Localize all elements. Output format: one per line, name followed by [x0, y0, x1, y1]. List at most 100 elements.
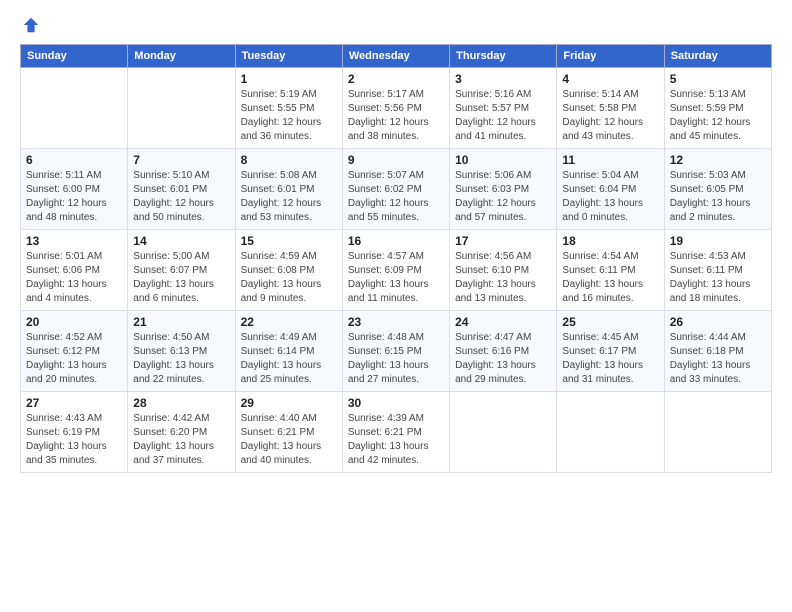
day-info: Sunrise: 4:57 AMSunset: 6:09 PMDaylight:…	[348, 250, 444, 306]
day-number: 7	[133, 153, 229, 167]
day-info: Sunrise: 4:43 AMSunset: 6:19 PMDaylight:…	[26, 412, 122, 468]
calendar-cell: 21 Sunrise: 4:50 AMSunset: 6:13 PMDayligh…	[128, 311, 235, 392]
calendar-header-row: SundayMondayTuesdayWednesdayThursdayFrid…	[21, 45, 772, 68]
day-number: 24	[455, 315, 551, 329]
day-number: 20	[26, 315, 122, 329]
day-info: Sunrise: 5:01 AMSunset: 6:06 PMDaylight:…	[26, 250, 122, 306]
day-number: 27	[26, 396, 122, 410]
calendar-header-monday: Monday	[128, 45, 235, 68]
calendar-cell: 17 Sunrise: 4:56 AMSunset: 6:10 PMDayligh…	[450, 230, 557, 311]
day-info: Sunrise: 5:00 AMSunset: 6:07 PMDaylight:…	[133, 250, 229, 306]
day-number: 29	[241, 396, 337, 410]
calendar-week-4: 27 Sunrise: 4:43 AMSunset: 6:19 PMDayligh…	[21, 392, 772, 473]
day-info: Sunrise: 4:42 AMSunset: 6:20 PMDaylight:…	[133, 412, 229, 468]
calendar-cell: 19 Sunrise: 4:53 AMSunset: 6:11 PMDayligh…	[664, 230, 771, 311]
calendar-cell: 4 Sunrise: 5:14 AMSunset: 5:58 PMDaylight…	[557, 68, 664, 149]
day-number: 8	[241, 153, 337, 167]
day-number: 2	[348, 72, 444, 86]
day-number: 12	[670, 153, 766, 167]
day-number: 25	[562, 315, 658, 329]
calendar-cell	[450, 392, 557, 473]
day-info: Sunrise: 4:53 AMSunset: 6:11 PMDaylight:…	[670, 250, 766, 306]
day-number: 5	[670, 72, 766, 86]
day-number: 6	[26, 153, 122, 167]
day-number: 18	[562, 234, 658, 248]
day-number: 15	[241, 234, 337, 248]
day-info: Sunrise: 5:10 AMSunset: 6:01 PMDaylight:…	[133, 169, 229, 225]
day-number: 23	[348, 315, 444, 329]
calendar-cell	[128, 68, 235, 149]
calendar-cell: 24Sunrise: 4:47 AMSunset: 6:16 PMDayligh…	[450, 311, 557, 392]
calendar-cell: 15 Sunrise: 4:59 AMSunset: 6:08 PMDayligh…	[235, 230, 342, 311]
day-info: Sunrise: 4:45 AMSunset: 6:17 PMDaylight:…	[562, 331, 658, 387]
day-number: 16	[348, 234, 444, 248]
calendar-cell	[557, 392, 664, 473]
calendar-cell: 5 Sunrise: 5:13 AMSunset: 5:59 PMDaylight…	[664, 68, 771, 149]
calendar-cell: 27 Sunrise: 4:43 AMSunset: 6:19 PMDayligh…	[21, 392, 128, 473]
day-number: 11	[562, 153, 658, 167]
day-number: 28	[133, 396, 229, 410]
calendar-header-tuesday: Tuesday	[235, 45, 342, 68]
calendar-cell	[21, 68, 128, 149]
day-info: Sunrise: 5:14 AMSunset: 5:58 PMDaylight:…	[562, 88, 658, 144]
calendar-week-0: 1 Sunrise: 5:19 AMSunset: 5:55 PMDaylight…	[21, 68, 772, 149]
day-info: Sunrise: 4:50 AMSunset: 6:13 PMDaylight:…	[133, 331, 229, 387]
day-info: Sunrise: 5:13 AMSunset: 5:59 PMDaylight:…	[670, 88, 766, 144]
day-info: Sunrise: 5:07 AMSunset: 6:02 PMDaylight:…	[348, 169, 444, 225]
day-info: Sunrise: 5:03 AMSunset: 6:05 PMDaylight:…	[670, 169, 766, 225]
calendar-cell: 18 Sunrise: 4:54 AMSunset: 6:11 PMDayligh…	[557, 230, 664, 311]
calendar-week-1: 6Sunrise: 5:11 AMSunset: 6:00 PMDaylight…	[21, 149, 772, 230]
day-info: Sunrise: 5:04 AMSunset: 6:04 PMDaylight:…	[562, 169, 658, 225]
calendar-header-thursday: Thursday	[450, 45, 557, 68]
calendar-cell: 2 Sunrise: 5:17 AMSunset: 5:56 PMDaylight…	[342, 68, 449, 149]
calendar-cell: 28 Sunrise: 4:42 AMSunset: 6:20 PMDayligh…	[128, 392, 235, 473]
calendar-cell: 26 Sunrise: 4:44 AMSunset: 6:18 PMDayligh…	[664, 311, 771, 392]
day-info: Sunrise: 5:17 AMSunset: 5:56 PMDaylight:…	[348, 88, 444, 144]
calendar-week-2: 13 Sunrise: 5:01 AMSunset: 6:06 PMDayligh…	[21, 230, 772, 311]
day-number: 17	[455, 234, 551, 248]
day-info: Sunrise: 4:54 AMSunset: 6:11 PMDaylight:…	[562, 250, 658, 306]
day-info: Sunrise: 5:19 AMSunset: 5:55 PMDaylight:…	[241, 88, 337, 144]
day-info: Sunrise: 5:16 AMSunset: 5:57 PMDaylight:…	[455, 88, 551, 144]
day-info: Sunrise: 4:56 AMSunset: 6:10 PMDaylight:…	[455, 250, 551, 306]
day-info: Sunrise: 4:52 AMSunset: 6:12 PMDaylight:…	[26, 331, 122, 387]
calendar-cell: 29 Sunrise: 4:40 AMSunset: 6:21 PMDayligh…	[235, 392, 342, 473]
calendar-week-3: 20 Sunrise: 4:52 AMSunset: 6:12 PMDayligh…	[21, 311, 772, 392]
day-number: 22	[241, 315, 337, 329]
day-number: 4	[562, 72, 658, 86]
header	[20, 16, 772, 34]
day-number: 19	[670, 234, 766, 248]
day-number: 1	[241, 72, 337, 86]
calendar-cell: 12 Sunrise: 5:03 AMSunset: 6:05 PMDayligh…	[664, 149, 771, 230]
calendar-cell: 10Sunrise: 5:06 AMSunset: 6:03 PMDayligh…	[450, 149, 557, 230]
day-info: Sunrise: 5:06 AMSunset: 6:03 PMDaylight:…	[455, 169, 551, 225]
calendar-header-sunday: Sunday	[21, 45, 128, 68]
calendar-table: SundayMondayTuesdayWednesdayThursdayFrid…	[20, 44, 772, 473]
calendar-cell: 14 Sunrise: 5:00 AMSunset: 6:07 PMDayligh…	[128, 230, 235, 311]
day-info: Sunrise: 4:40 AMSunset: 6:21 PMDaylight:…	[241, 412, 337, 468]
calendar-cell: 6Sunrise: 5:11 AMSunset: 6:00 PMDaylight…	[21, 149, 128, 230]
calendar-header-wednesday: Wednesday	[342, 45, 449, 68]
day-number: 13	[26, 234, 122, 248]
calendar-cell: 23 Sunrise: 4:48 AMSunset: 6:15 PMDayligh…	[342, 311, 449, 392]
calendar-cell: 25 Sunrise: 4:45 AMSunset: 6:17 PMDayligh…	[557, 311, 664, 392]
day-number: 14	[133, 234, 229, 248]
calendar-cell: 9 Sunrise: 5:07 AMSunset: 6:02 PMDaylight…	[342, 149, 449, 230]
logo	[20, 16, 40, 34]
calendar-cell	[664, 392, 771, 473]
calendar-cell: 30Sunrise: 4:39 AMSunset: 6:21 PMDayligh…	[342, 392, 449, 473]
day-info: Sunrise: 4:48 AMSunset: 6:15 PMDaylight:…	[348, 331, 444, 387]
day-info: Sunrise: 4:59 AMSunset: 6:08 PMDaylight:…	[241, 250, 337, 306]
day-info: Sunrise: 4:44 AMSunset: 6:18 PMDaylight:…	[670, 331, 766, 387]
day-number: 26	[670, 315, 766, 329]
day-number: 30	[348, 396, 444, 410]
day-info: Sunrise: 4:49 AMSunset: 6:14 PMDaylight:…	[241, 331, 337, 387]
day-info: Sunrise: 5:08 AMSunset: 6:01 PMDaylight:…	[241, 169, 337, 225]
calendar-cell: 22 Sunrise: 4:49 AMSunset: 6:14 PMDayligh…	[235, 311, 342, 392]
day-number: 3	[455, 72, 551, 86]
day-number: 21	[133, 315, 229, 329]
calendar-cell: 3 Sunrise: 5:16 AMSunset: 5:57 PMDaylight…	[450, 68, 557, 149]
day-number: 9	[348, 153, 444, 167]
calendar-cell: 11 Sunrise: 5:04 AMSunset: 6:04 PMDayligh…	[557, 149, 664, 230]
calendar-cell: 13 Sunrise: 5:01 AMSunset: 6:06 PMDayligh…	[21, 230, 128, 311]
